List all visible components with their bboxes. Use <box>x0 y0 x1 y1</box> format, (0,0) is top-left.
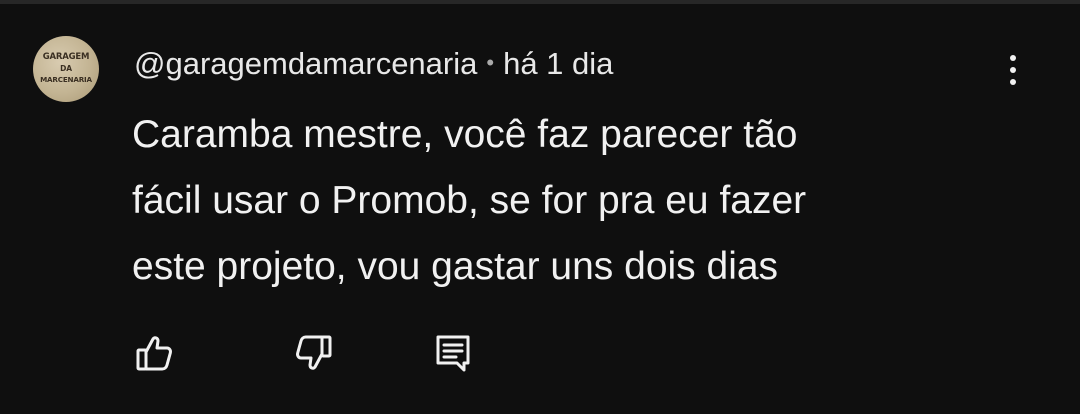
thumbs-up-icon <box>133 332 175 374</box>
comment-text-line: este projeto, vou gastar uns dois dias <box>132 245 779 288</box>
comment-item: GARAGEM DA MARCENARIA @garagemdamarcenar… <box>0 0 1080 414</box>
meta-separator: • <box>486 50 495 75</box>
reply-comment-icon <box>432 332 474 374</box>
comment-timestamp: há 1 dia <box>503 46 614 81</box>
reply-button[interactable] <box>430 330 476 376</box>
more-vertical-icon <box>1010 55 1016 85</box>
author-name[interactable]: @garagemdamarcenaria <box>134 46 477 82</box>
comment-text: Caramba mestre, você faz parecer tão fác… <box>132 102 972 300</box>
comment-header: @garagemdamarcenaria • há 1 dia <box>134 44 613 84</box>
comment-text-line: Caramba mestre, você faz parecer tão <box>132 113 798 156</box>
avatar-text-line-1: GARAGEM <box>42 51 90 62</box>
thumbs-down-icon <box>293 332 335 374</box>
comment-text-line: fácil usar o Promob, se for pra eu fazer <box>132 179 807 222</box>
avatar-text-line-2: DA <box>60 63 72 73</box>
comment-actions <box>0 330 1080 376</box>
more-options-button[interactable] <box>993 44 1033 96</box>
avatar-text-line-3: MARCENARIA <box>40 74 92 84</box>
like-button[interactable] <box>131 330 177 376</box>
dislike-button[interactable] <box>291 330 337 376</box>
avatar[interactable]: GARAGEM DA MARCENARIA <box>33 36 99 102</box>
